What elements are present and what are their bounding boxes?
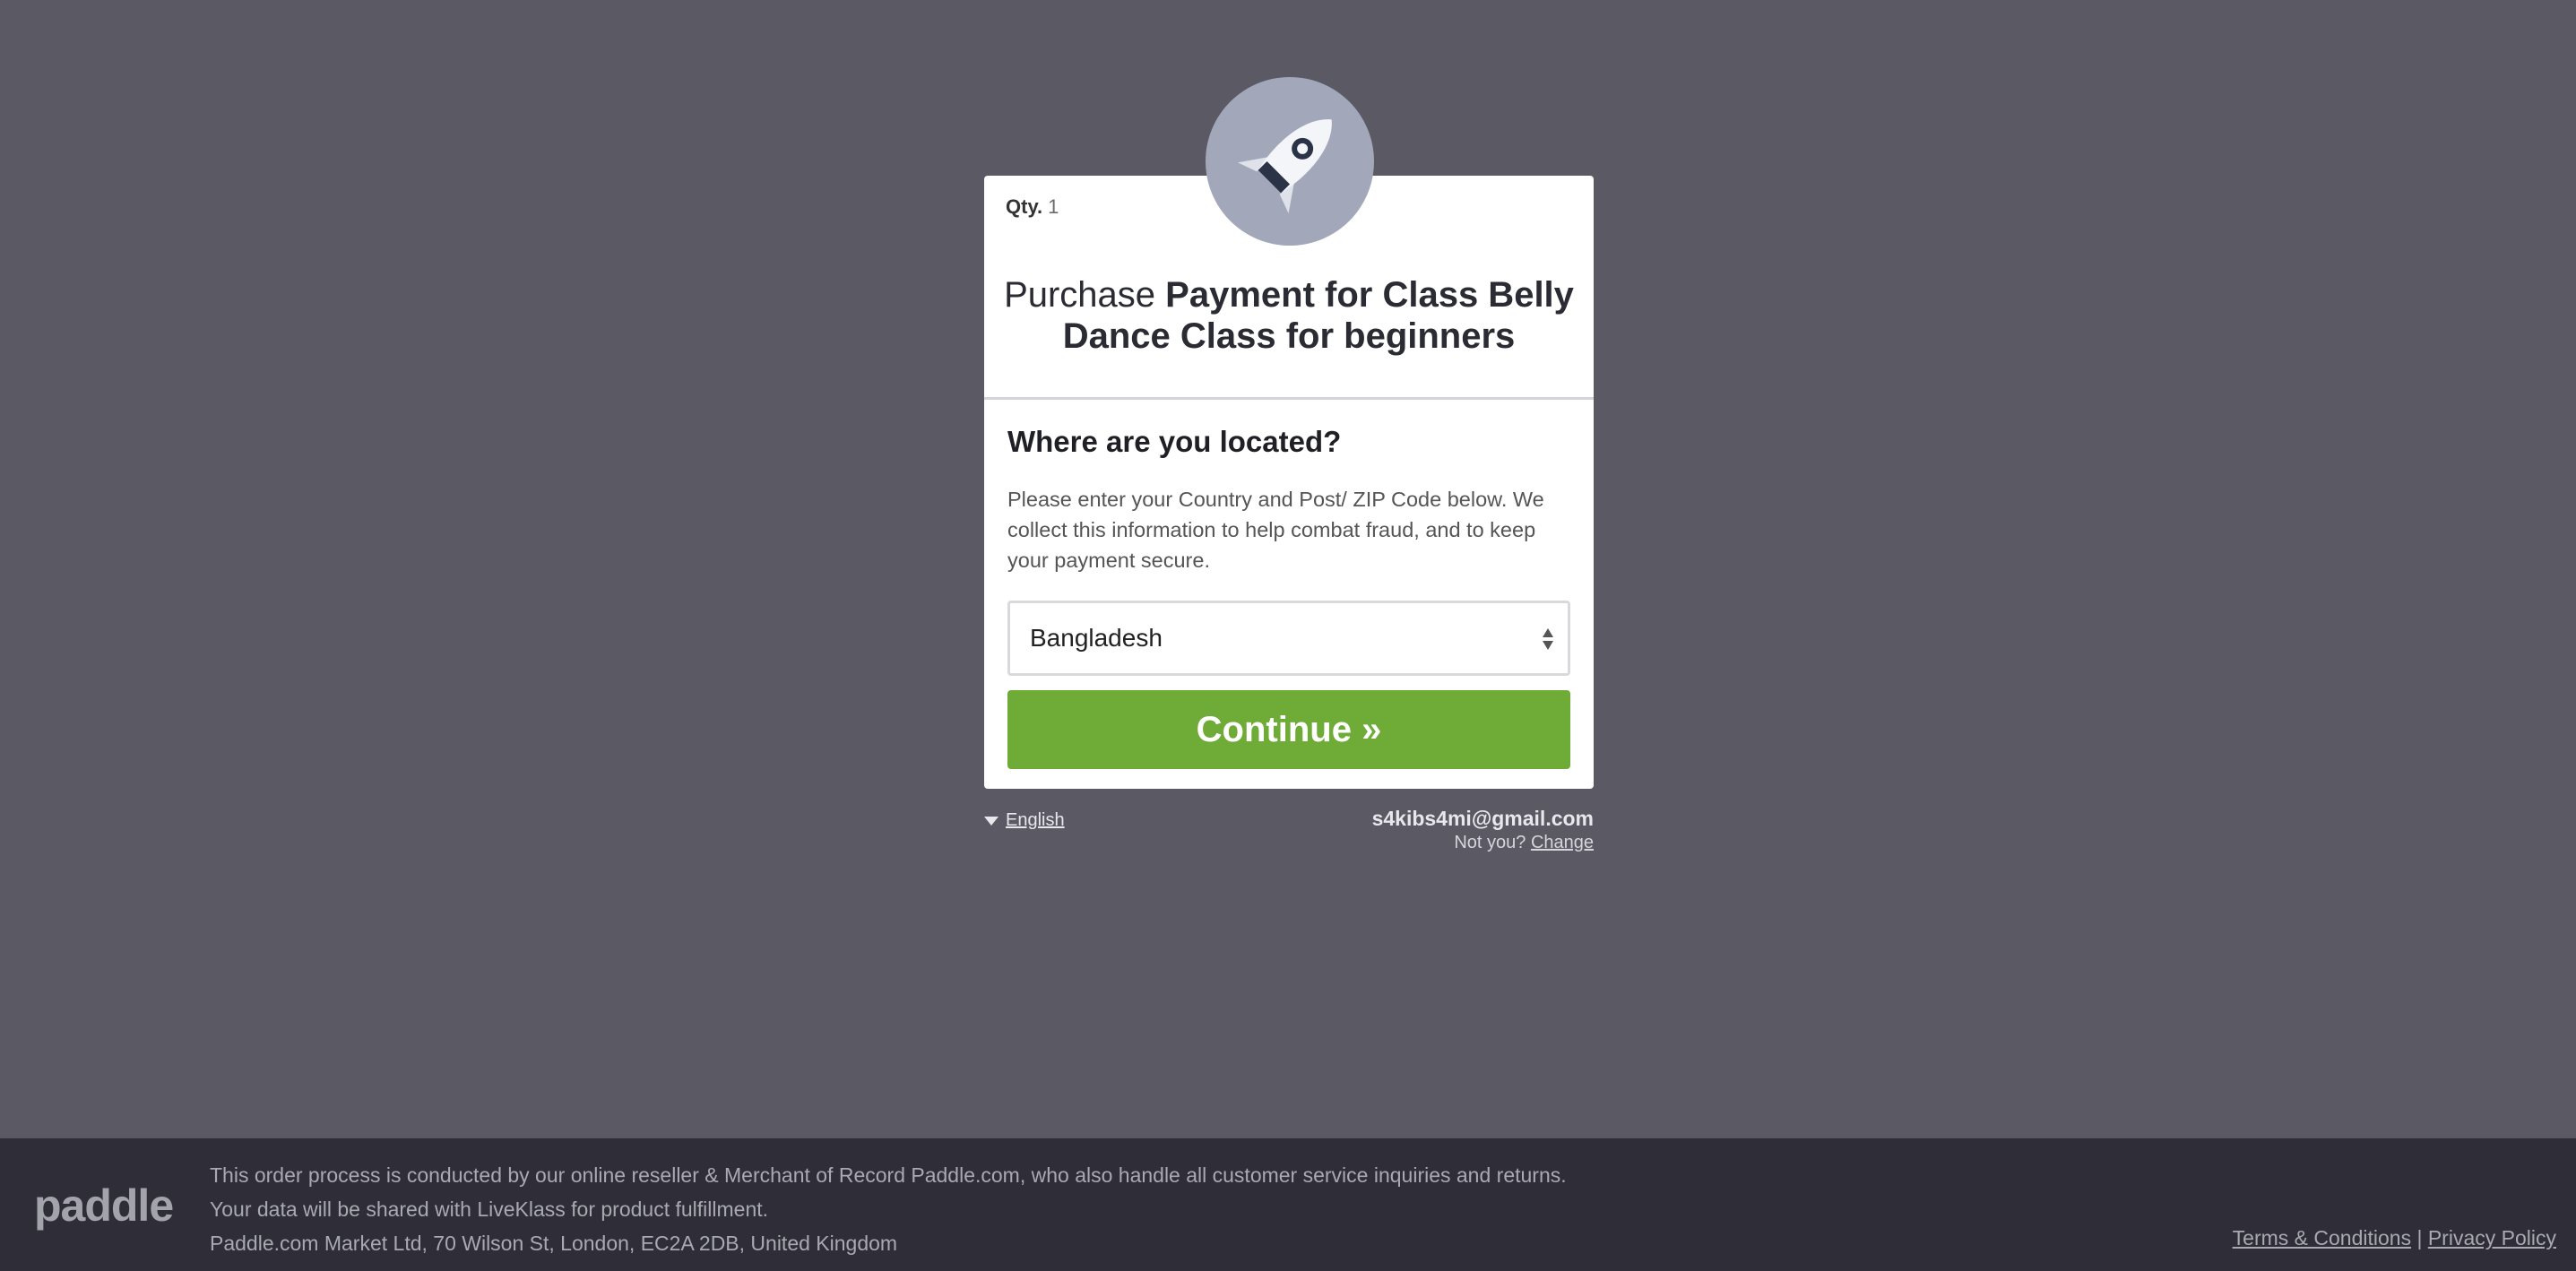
terms-link[interactable]: Terms & Conditions: [2233, 1226, 2411, 1249]
language-selector[interactable]: English: [984, 810, 1065, 831]
paddle-logo: paddle: [34, 1180, 174, 1231]
footer-line-3: Paddle.com Market Ltd, 70 Wilson St, Lon…: [210, 1232, 898, 1255]
account-info: s4kibs4mi@gmail.com Not you? Change: [1372, 807, 1594, 853]
footer: paddle This order process is conducted b…: [0, 1138, 2576, 1271]
purchase-title: Purchase Payment for Class Belly Dance C…: [1002, 274, 1576, 357]
quantity-value: 1: [1048, 195, 1059, 218]
account-email: s4kibs4mi@gmail.com: [1371, 807, 1594, 830]
country-select[interactable]: Bangladesh: [1007, 601, 1570, 676]
location-heading: Where are you located?: [1007, 425, 1342, 458]
rocket-icon: [1238, 119, 1332, 213]
select-arrows-icon: [1543, 628, 1553, 650]
language-link[interactable]: English: [1006, 810, 1065, 831]
not-you-text: Not you?: [1454, 833, 1526, 852]
quantity: Qty. 1: [1006, 195, 1059, 219]
not-you-line: Not you? Change: [1372, 833, 1594, 853]
location-form: Where are you located? Please enter your…: [984, 400, 1594, 769]
footer-links: Terms & Conditions | Privacy Policy: [2233, 1226, 2556, 1250]
change-account-link[interactable]: Change: [1531, 833, 1594, 852]
product-logo: [1206, 77, 1374, 246]
footer-line-1: This order process is conducted by our o…: [210, 1163, 1567, 1187]
checkout-card: Qty. 1 Purchase Payment for Class Belly D…: [984, 176, 1594, 789]
footer-link-separator: |: [2416, 1226, 2423, 1249]
footer-legal-text: This order process is conducted by our o…: [210, 1158, 1567, 1260]
privacy-link[interactable]: Privacy Policy: [2428, 1226, 2556, 1249]
purchase-title-lead: Purchase: [1004, 275, 1156, 315]
country-selected-value: Bangladesh: [1030, 624, 1163, 652]
quantity-label: Qty.: [1006, 195, 1043, 218]
continue-button[interactable]: Continue »: [1007, 690, 1570, 769]
caret-down-icon: [984, 816, 998, 826]
footer-line-2: Your data will be shared with LiveKlass …: [210, 1198, 769, 1221]
location-description: Please enter your Country and Post/ ZIP …: [1007, 488, 1544, 572]
